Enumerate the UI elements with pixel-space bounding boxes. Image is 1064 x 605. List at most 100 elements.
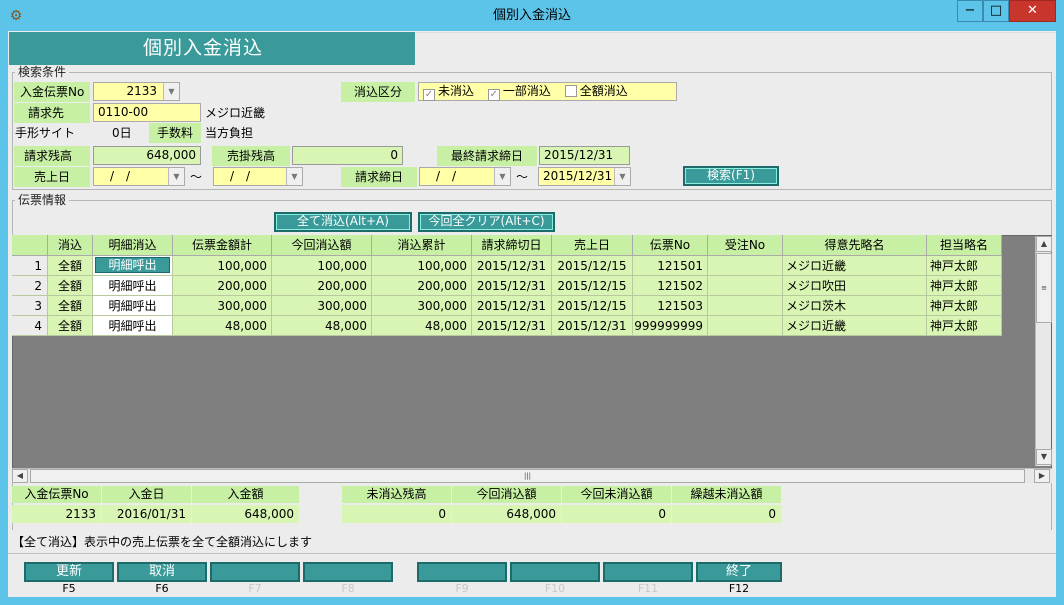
detail-call-label: 明細呼出 [95, 257, 170, 273]
cell-sales-date: 2015/12/31 [552, 316, 633, 336]
row-number: 4 [12, 316, 48, 336]
f12-exit-button[interactable]: 終了 [696, 562, 782, 582]
partial-checkbox[interactable]: ✓ 一部消込 [487, 84, 551, 101]
f11-button[interactable] [603, 562, 693, 582]
scroll-left-icon[interactable]: ◀ [12, 469, 28, 483]
chevron-down-icon[interactable]: ▼ [286, 168, 302, 185]
cell-close-date: 2015/12/31 [472, 256, 552, 276]
summary-this-clear-label: 今回消込額 [452, 486, 562, 503]
header-sales-date[interactable]: 売上日 [552, 235, 633, 256]
cell-customer: メジロ茨木 [783, 296, 927, 316]
detail-call-button[interactable]: 明細呼出 [93, 316, 173, 336]
cell-clear[interactable]: 全額 [48, 256, 93, 276]
header-detail[interactable]: 明細消込 [93, 235, 173, 256]
divider [8, 553, 1056, 554]
f10-key-label: F10 [544, 582, 566, 595]
header-amount[interactable]: 伝票金額計 [173, 235, 272, 256]
reset-all-button[interactable]: 今回全クリア(Alt+C) [418, 212, 555, 232]
header-cumulative[interactable]: 消込累計 [372, 235, 472, 256]
header-close-date[interactable]: 請求締切日 [472, 235, 552, 256]
table-row[interactable]: 4 全額 明細呼出 48,000 48,000 48,000 2015/12/3… [12, 316, 1002, 336]
deposit-no-value: 2133 [126, 84, 157, 98]
detail-call-button[interactable]: 明細呼出 [93, 296, 173, 316]
cell-this-clear[interactable]: 200,000 [272, 276, 372, 296]
clear-all-button[interactable]: 全て消込(Alt+A) [274, 212, 412, 232]
billing-code-input[interactable]: 0110-00 [93, 103, 201, 122]
cell-this-clear[interactable]: 100,000 [272, 256, 372, 276]
table-row[interactable]: 3 全額 明細呼出 300,000 300,000 300,000 2015/1… [12, 296, 1002, 316]
billing-balance-value: 648,000 [93, 146, 201, 165]
page-title: 個別入金消込 [9, 32, 415, 65]
cell-customer: メジロ近畿 [783, 256, 927, 276]
header-clear[interactable]: 消込 [48, 235, 93, 256]
summary-deposit-no: 2133 [12, 505, 102, 523]
chevron-down-icon[interactable]: ▼ [168, 168, 184, 185]
detail-call-button[interactable]: 明細呼出 [93, 256, 173, 276]
cell-staff: 神戸太郎 [927, 276, 1002, 296]
full-checkbox[interactable]: 全額消込 [564, 84, 628, 98]
cell-clear[interactable]: 全額 [48, 276, 93, 296]
cell-customer: メジロ近畿 [783, 316, 927, 336]
scroll-thumb-h[interactable]: ||| [30, 469, 1025, 483]
close-button[interactable]: ✕ [1009, 0, 1056, 22]
cell-staff: 神戸太郎 [927, 256, 1002, 276]
sales-date-label: 売上日 [14, 167, 90, 187]
chevron-down-icon[interactable]: ▼ [614, 168, 630, 185]
chevron-down-icon[interactable]: ▼ [163, 83, 179, 100]
cell-sales-date: 2015/12/15 [552, 276, 633, 296]
f6-cancel-button[interactable]: 取消 [117, 562, 207, 582]
f8-button[interactable] [303, 562, 393, 582]
cell-slip-no: 121502 [633, 276, 708, 296]
detail-call-button[interactable]: 明細呼出 [93, 276, 173, 296]
cell-cumulative: 200,000 [372, 276, 472, 296]
cell-sales-date: 2015/12/15 [552, 256, 633, 276]
vertical-scrollbar[interactable]: ▲ ≡ ▼ [1035, 236, 1052, 466]
cell-order-no [708, 276, 783, 296]
header-this-clear[interactable]: 今回消込額 [272, 235, 372, 256]
last-billing-value: 2015/12/31 [539, 146, 630, 165]
scroll-down-icon[interactable]: ▼ [1036, 449, 1052, 465]
cell-this-clear[interactable]: 300,000 [272, 296, 372, 316]
scroll-right-icon[interactable]: ▶ [1034, 469, 1050, 483]
f7-button[interactable] [210, 562, 300, 582]
summary-carried: 0 [672, 505, 782, 523]
header-customer[interactable]: 得意先略名 [783, 235, 927, 256]
cell-cumulative: 100,000 [372, 256, 472, 276]
uncleared-checkbox[interactable]: ✓ 未消込 [423, 84, 475, 101]
maximize-button[interactable]: □ [983, 0, 1009, 22]
f10-button[interactable] [510, 562, 600, 582]
clearing-type-box: ✓ 未消込 ✓ 一部消込 全額消込 [418, 82, 677, 101]
summary-this-uncleared: 0 [562, 505, 672, 523]
scroll-thumb[interactable]: ≡ [1036, 253, 1052, 323]
row-number: 2 [12, 276, 48, 296]
cell-clear[interactable]: 全額 [48, 316, 93, 336]
fee-label: 手数料 [149, 123, 201, 143]
header-slip-no[interactable]: 伝票No [633, 235, 708, 256]
grid-header: 消込 明細消込 伝票金額計 今回消込額 消込累計 請求締切日 売上日 伝票No … [12, 235, 1002, 256]
cell-amount: 300,000 [173, 296, 272, 316]
horizontal-scrollbar[interactable]: ◀ ||| ▶ [12, 468, 1052, 483]
scroll-up-icon[interactable]: ▲ [1036, 236, 1052, 252]
uncleared-label: 未消込 [438, 84, 475, 98]
f8-key-label: F8 [341, 582, 355, 595]
cell-customer: メジロ吹田 [783, 276, 927, 296]
cell-this-clear[interactable]: 48,000 [272, 316, 372, 336]
cell-close-date: 2015/12/31 [472, 316, 552, 336]
cell-clear[interactable]: 全額 [48, 296, 93, 316]
table-row[interactable]: 1 全額 明細呼出 100,000 100,000 100,000 2015/1… [12, 256, 1002, 276]
summary-uncleared: 0 [342, 505, 452, 523]
search-group-label: 検索条件 [15, 65, 70, 79]
chevron-down-icon[interactable]: ▼ [494, 168, 510, 185]
header-staff[interactable]: 担当略名 [927, 235, 1002, 256]
header-order-no[interactable]: 受注No [708, 235, 783, 256]
summary-deposit-date-label: 入金日 [102, 486, 192, 503]
f5-key-label: F5 [62, 582, 76, 595]
search-button[interactable]: 検索(F1) [683, 166, 779, 186]
banner-spacer [415, 32, 1056, 65]
table-row[interactable]: 2 全額 明細呼出 200,000 200,000 200,000 2015/1… [12, 276, 1002, 296]
fee-value: 当方負担 [205, 126, 254, 140]
f5-update-button[interactable]: 更新 [24, 562, 114, 582]
minimize-button[interactable]: − [957, 0, 983, 22]
f9-button[interactable] [417, 562, 507, 582]
f11-key-label: F11 [637, 582, 659, 595]
